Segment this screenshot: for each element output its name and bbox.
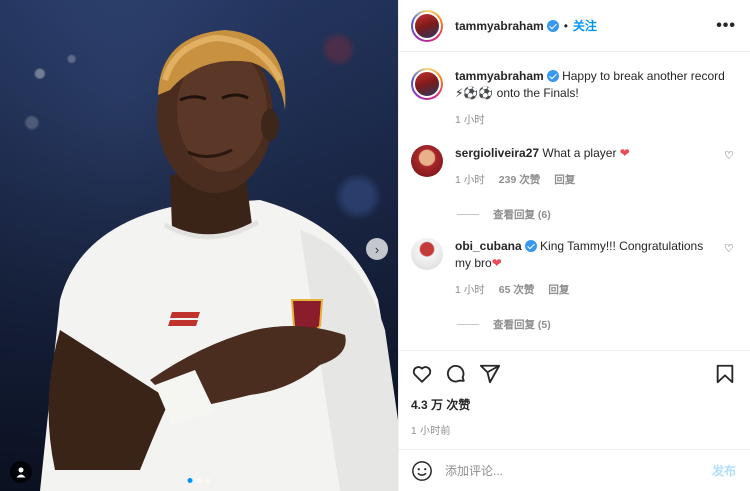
caption-username[interactable]: tammyabraham xyxy=(455,69,544,83)
post-header: tammyabraham • 关注 ••• xyxy=(399,0,750,52)
comment-like-heart-icon[interactable]: ♡ xyxy=(724,149,736,189)
slide-dot-2 xyxy=(196,478,202,483)
player-figure xyxy=(40,30,398,491)
comment-text: King Tammy!!! Congratulations xyxy=(540,239,704,253)
comment-input[interactable]: 添加评论... xyxy=(445,462,503,479)
user-icon xyxy=(16,467,26,478)
emoji-icon[interactable] xyxy=(411,460,433,482)
red-heart-emoji: ❤ xyxy=(619,146,630,160)
chevron-right-icon: › xyxy=(374,241,380,257)
next-slide-button[interactable]: › xyxy=(366,238,388,260)
reply-divider xyxy=(457,214,479,215)
view-replies-label: 查看回复 (6) xyxy=(493,209,551,221)
comment-time: 1 小时 xyxy=(455,174,485,186)
commenter-avatar[interactable] xyxy=(411,145,443,177)
red-heart-emoji: ❤ xyxy=(491,256,502,270)
slide-dot-1 xyxy=(187,478,193,483)
reply-divider xyxy=(457,324,479,325)
separator: • xyxy=(563,18,568,33)
comment-text: What a player xyxy=(542,146,617,160)
post-comment-button[interactable]: 发布 xyxy=(712,462,736,479)
comment-username[interactable]: sergioliveira27 xyxy=(455,146,539,160)
like-heart-icon[interactable] xyxy=(411,363,433,385)
add-comment-bar: 添加评论... 发布 xyxy=(399,449,750,491)
comment-likes[interactable]: 65 次赞 xyxy=(499,282,535,299)
view-replies-button[interactable]: 查看回复 (6) xyxy=(457,207,736,222)
caption-text-2: ⚡⚽⚽ onto the Finals! xyxy=(455,86,579,100)
view-replies-button[interactable]: 查看回复 (5) xyxy=(457,317,736,332)
comment-item: sergioliveira27 What a player ❤ 1 小时 239… xyxy=(411,145,736,189)
caption: tammyabraham Happy to break another reco… xyxy=(411,68,736,129)
author-avatar[interactable] xyxy=(411,9,443,42)
verified-badge-icon xyxy=(524,240,537,252)
comment-like-heart-icon[interactable]: ♡ xyxy=(724,242,736,299)
verified-badge-icon xyxy=(546,19,559,32)
reply-button[interactable]: 回复 xyxy=(554,172,575,189)
reply-button[interactable]: 回复 xyxy=(548,282,569,299)
post-actions: 4.3 万 次赞 1 小时前 xyxy=(399,350,750,437)
comment-bubble-icon[interactable] xyxy=(445,363,467,385)
instagram-post: › tammyabraham • 关注 ••• tammyabraham Hap… xyxy=(0,0,750,491)
comment-item: obi_cubana King Tammy!!! Congratulations… xyxy=(411,238,736,299)
tagged-users-button[interactable] xyxy=(10,461,32,483)
slide-indicator xyxy=(187,478,211,483)
slide-dot-3 xyxy=(205,478,211,483)
comments-list[interactable]: tammyabraham Happy to break another reco… xyxy=(399,52,750,350)
post-sidebar: tammyabraham • 关注 ••• tammyabraham Happy… xyxy=(398,0,750,491)
author-username[interactable]: tammyabraham xyxy=(455,19,544,33)
comment-username[interactable]: obi_cubana xyxy=(455,239,522,253)
caption-time: 1 小时 xyxy=(455,114,485,126)
follow-button[interactable]: 关注 xyxy=(573,17,597,34)
post-photo[interactable]: › xyxy=(0,0,398,491)
caption-text: Happy to break another record xyxy=(562,69,725,83)
comment-time: 1 小时 xyxy=(455,284,485,296)
comment-likes[interactable]: 239 次赞 xyxy=(499,172,540,189)
likes-count[interactable]: 4.3 万 次赞 xyxy=(411,396,736,413)
share-send-icon[interactable] xyxy=(479,363,501,385)
caption-avatar[interactable] xyxy=(411,68,443,100)
bookmark-icon[interactable] xyxy=(714,363,736,385)
commenter-avatar[interactable] xyxy=(411,238,443,270)
verified-badge-icon xyxy=(546,70,559,82)
view-replies-label: 查看回复 (5) xyxy=(493,319,551,331)
comment-text-2: my bro xyxy=(455,256,492,270)
more-options-icon[interactable]: ••• xyxy=(716,17,736,35)
post-timestamp: 1 小时前 xyxy=(411,426,451,437)
